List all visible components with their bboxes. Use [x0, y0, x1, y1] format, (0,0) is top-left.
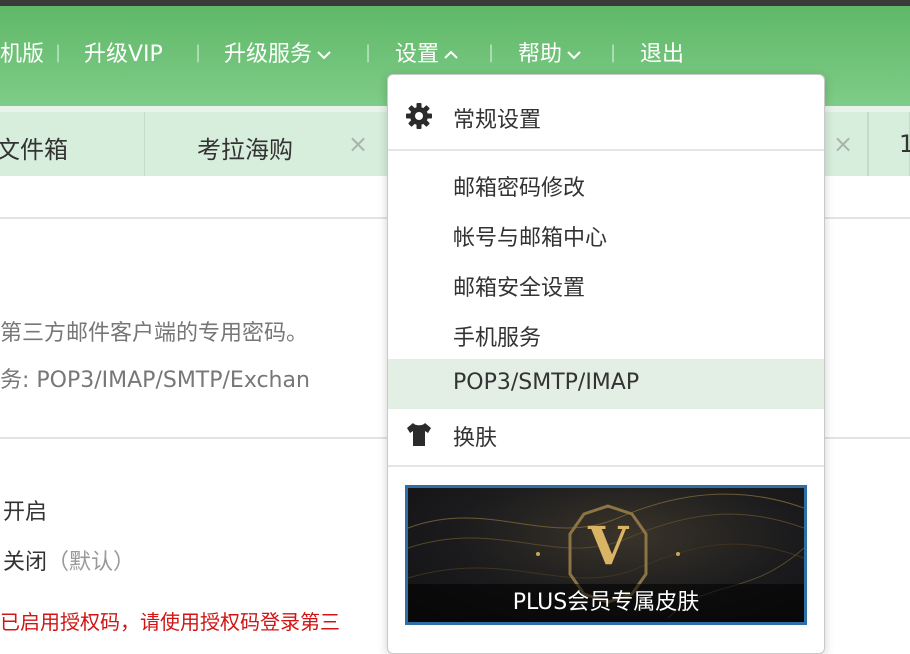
nav-upgrade-service-label: 升级服务	[224, 42, 313, 67]
menu-label: 手机服务	[453, 326, 542, 351]
option-off-default: （默认）	[47, 550, 136, 575]
menu-change-password[interactable]: 邮箱密码修改	[388, 159, 824, 209]
menu-account-center[interactable]: 帐号与邮箱中心	[388, 209, 824, 259]
close-icon[interactable]: ×	[348, 130, 368, 158]
plus-skin-banner[interactable]: V PLUS会员专属皮肤	[405, 485, 807, 625]
menu-pop3-smtp-imap[interactable]: POP3/SMTP/IMAP	[388, 359, 824, 409]
tab-kaola[interactable]: 考拉海购 ×	[145, 112, 388, 176]
nav-settings-label: 设置	[395, 42, 440, 67]
gear-icon	[406, 103, 432, 129]
tab-file-box[interactable]: 文件箱	[0, 112, 145, 176]
tab-label: 1	[899, 130, 910, 158]
nav-help-label: 帮助	[518, 42, 563, 67]
close-icon[interactable]: ×	[833, 130, 853, 158]
nav-upgrade-vip[interactable]: 升级VIP	[84, 36, 163, 68]
menu-security-settings[interactable]: 邮箱安全设置	[388, 259, 824, 309]
chevron-up-icon	[444, 50, 458, 59]
settings-dropdown: 常规设置 邮箱密码修改 帐号与邮箱中心 邮箱安全设置 手机服务 POP3/SMT…	[387, 74, 825, 654]
nav-mobile-version[interactable]: 机版	[0, 36, 44, 68]
nav-separator: |	[195, 42, 202, 63]
menu-label: 常规设置	[453, 108, 542, 133]
chevron-down-icon	[317, 51, 331, 60]
nav-separator: |	[365, 42, 372, 63]
tab-label: 考拉海购	[197, 136, 293, 164]
nav-settings[interactable]: 设置	[395, 36, 459, 68]
nav-separator: |	[488, 42, 495, 63]
menu-label: 邮箱密码修改	[453, 176, 586, 201]
services-line: 务: POP3/IMAP/SMTP/Exchan	[0, 368, 310, 393]
menu-mobile-service[interactable]: 手机服务	[388, 309, 824, 359]
nav-separator: |	[610, 42, 617, 63]
menu-change-skin[interactable]: 换肤	[388, 409, 824, 459]
menu-divider	[388, 149, 824, 151]
tab-label: 文件箱	[0, 136, 68, 164]
tshirt-icon	[407, 423, 431, 446]
vip-logo: V	[588, 516, 629, 577]
nav-logout[interactable]: 退出	[640, 36, 684, 68]
menu-divider	[388, 465, 824, 467]
menu-label: 邮箱安全设置	[453, 276, 586, 301]
nav-separator: |	[55, 42, 62, 63]
menu-label: POP3/SMTP/IMAP	[453, 370, 640, 395]
nav-help[interactable]: 帮助	[518, 36, 582, 68]
description-line: 第三方邮件客户端的专用密码。	[0, 321, 309, 346]
option-off[interactable]: 关闭（默认）	[3, 544, 135, 576]
banner-caption: PLUS会员专属皮肤	[408, 584, 804, 622]
chevron-down-icon	[567, 51, 581, 60]
menu-general-settings[interactable]: 常规设置	[388, 91, 824, 141]
menu-label: 换肤	[453, 426, 498, 451]
option-off-label: 关闭	[3, 550, 48, 575]
auth-code-warning: 已启用授权码，请使用授权码登录第三	[0, 610, 340, 634]
menu-label: 帐号与邮箱中心	[453, 226, 608, 251]
nav-upgrade-service[interactable]: 升级服务	[224, 36, 332, 68]
tab-next[interactable]: 1	[868, 112, 910, 176]
option-on[interactable]: 开启	[3, 494, 47, 526]
